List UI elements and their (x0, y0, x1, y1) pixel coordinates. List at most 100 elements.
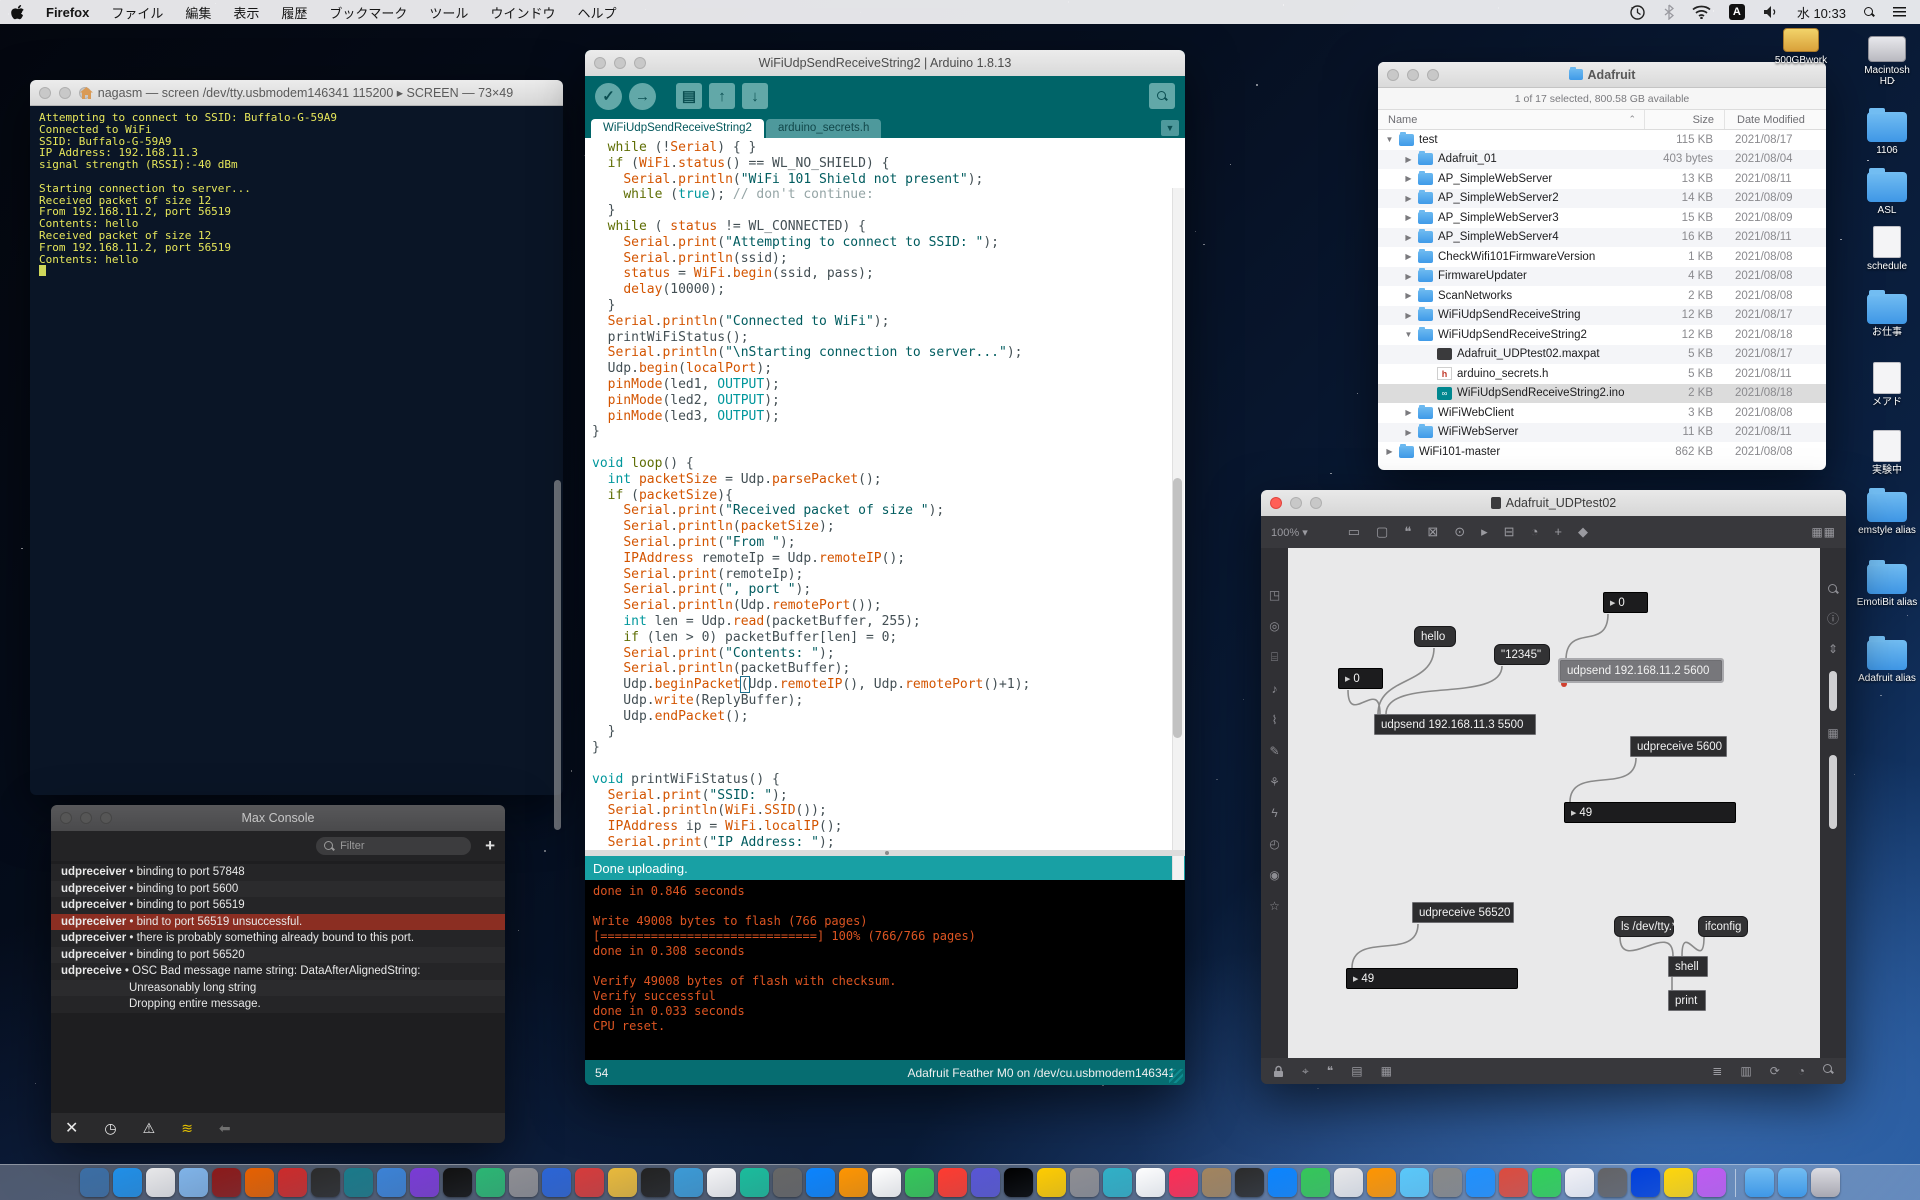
finder-titlebar[interactable]: Adafruit (1378, 62, 1826, 88)
spotlight-icon[interactable] (1864, 6, 1875, 18)
dock-icon-17[interactable] (608, 1168, 637, 1197)
patch-message-hello[interactable]: hello (1414, 626, 1456, 647)
arduino-titlebar[interactable]: WiFiUdpSendReceiveString2 | Arduino 1.8.… (585, 50, 1185, 76)
warning-icon[interactable]: ⚠ (143, 1120, 156, 1137)
dock-icon-7[interactable] (278, 1168, 307, 1197)
dock-icon-10[interactable] (377, 1168, 406, 1197)
console-log-row[interactable]: udpreceiver • binding to port 57848 (51, 864, 505, 881)
desktop-icon-emstyle alias[interactable]: emstyle alias (1856, 488, 1918, 536)
editor-console-splitter[interactable] (585, 850, 1185, 856)
dock-icon-20[interactable] (707, 1168, 736, 1197)
desktop-icon-EmotiBit alias[interactable]: EmotiBit alias (1856, 560, 1918, 608)
patch-number-top[interactable]: ▶ 0 (1603, 592, 1648, 613)
console-log-row[interactable]: udpreceiver • there is probably somethin… (51, 930, 505, 947)
desktop-icon-Macintosh HD[interactable]: Macintosh HD (1856, 36, 1918, 87)
menu-clock[interactable]: 水 10:33 (1797, 3, 1846, 22)
brush-icon[interactable]: ⚘ (1269, 775, 1280, 789)
dock-icon-23[interactable] (806, 1168, 835, 1197)
menu-item-7[interactable]: ウインドウ (479, 0, 566, 24)
max-console-traffic-lights[interactable] (60, 812, 112, 824)
desktop-icon-1106[interactable]: 1106 (1856, 108, 1918, 156)
disclosure-triangle[interactable]: ▶ (1403, 311, 1414, 320)
disclosure-triangle[interactable]: ▶ (1403, 408, 1414, 417)
package-icon[interactable]: ◳ (1269, 588, 1280, 602)
dock-icon-4[interactable] (179, 1168, 208, 1197)
filter-messages-icon[interactable]: ≋ (181, 1120, 193, 1137)
search-icon[interactable] (1827, 584, 1839, 595)
comment-tool-icon[interactable]: ❝ (1327, 1064, 1333, 1078)
patch-object-udpreceive-56520[interactable]: udpreceive 56520 (1412, 902, 1514, 923)
dock-icon-12[interactable] (443, 1168, 472, 1197)
resize-handle-icon[interactable]: ⇕ (1828, 642, 1838, 656)
dock-icon-15[interactable] (542, 1168, 571, 1197)
console-shortcut-icon[interactable]: ≣ (1712, 1064, 1722, 1078)
disclosure-triangle[interactable]: ▶ (1403, 272, 1414, 281)
time-machine-icon[interactable] (1629, 4, 1646, 21)
refresh-icon[interactable]: ⟳ (1770, 1064, 1780, 1078)
terminal-scrollbar[interactable] (554, 480, 561, 830)
console-log-row[interactable]: udpreceive • OSC Bad message name string… (51, 963, 505, 980)
target-icon[interactable]: ◎ (1269, 619, 1279, 633)
finder-row-AP_SimpleWebServer3[interactable]: ▶ AP_SimpleWebServer3 15 KB 2021/08/09 (1378, 208, 1826, 228)
dock-icon-44[interactable] (1499, 1168, 1528, 1197)
terminal-output[interactable]: Attempting to connect to SSID: Buffalo-G… (30, 106, 563, 285)
dial-icon[interactable]: ◔ (1531, 524, 1539, 540)
disclosure-triangle[interactable]: ▶ (1403, 155, 1414, 164)
dock-icon-21[interactable] (740, 1168, 769, 1197)
editor-scrollbar-thumb[interactable] (1173, 478, 1182, 738)
disclosure-triangle[interactable]: ▶ (1403, 291, 1414, 300)
dock-icon-6[interactable] (245, 1168, 274, 1197)
dock-icon-46[interactable] (1565, 1168, 1594, 1197)
finder-row-CheckWifi101FirmwareVersion[interactable]: ▶ CheckWifi101FirmwareVersion 1 KB 2021/08/… (1378, 247, 1826, 267)
arduino-traffic-lights[interactable] (594, 57, 646, 69)
dock-icon-43[interactable] (1466, 1168, 1495, 1197)
toggle-icon[interactable]: ⊠ (1427, 524, 1438, 540)
notification-center-icon[interactable] (1893, 7, 1906, 17)
disclosure-triangle[interactable]: ▶ (1403, 174, 1414, 183)
serial-monitor-button[interactable] (1149, 83, 1175, 109)
dock-icon-36[interactable] (1235, 1168, 1264, 1197)
finder-row-AP_SimpleWebServer[interactable]: ▶ AP_SimpleWebServer 13 KB 2021/08/11 (1378, 169, 1826, 189)
filter-field[interactable]: Filter (316, 837, 472, 855)
finder-row-arduino_secrets.h[interactable]: h arduino_secrets.h 5 KB 2021/08/11 (1378, 364, 1826, 384)
new-sketch-button[interactable]: ▤ (676, 83, 702, 109)
desktop-icon-ASL[interactable]: ASL (1856, 168, 1918, 216)
dock-folder-2[interactable] (1778, 1168, 1807, 1197)
dock-icon-1[interactable] (80, 1168, 109, 1197)
desktop-icon-Adafruit alias[interactable]: Adafruit alias (1856, 636, 1918, 684)
object-box-icon[interactable]: ▭ (1348, 524, 1360, 540)
finder-row-ScanNetworks[interactable]: ▶ ScanNetworks 2 KB 2021/08/08 (1378, 286, 1826, 306)
dock-folder-1[interactable] (1745, 1168, 1774, 1197)
zoom-level[interactable]: 100% ▾ (1271, 526, 1308, 539)
mixer-icon[interactable]: ▥ (1740, 1064, 1751, 1078)
dock-icon-35[interactable] (1202, 1168, 1231, 1197)
disclosure-triangle[interactable]: ▶ (1403, 213, 1414, 222)
dock-icon-38[interactable] (1301, 1168, 1330, 1197)
clock-icon[interactable]: ◷ (104, 1120, 116, 1137)
resize-grip[interactable] (1169, 1069, 1183, 1083)
patcher-files-icon[interactable]: ▤ (1351, 1064, 1362, 1078)
dock-icon-18[interactable] (641, 1168, 670, 1197)
input-source-icon[interactable]: A (1728, 4, 1745, 20)
add-button[interactable]: + (485, 836, 495, 856)
apple-menu[interactable] (0, 0, 35, 24)
finder-traffic-lights[interactable] (1387, 68, 1439, 81)
dock-icon-2[interactable] (113, 1168, 142, 1197)
terminal-titlebar[interactable]: nagasm — screen /dev/tty.usbmodem146341 … (30, 80, 563, 106)
bluetooth-icon[interactable] (1664, 4, 1674, 20)
menu-item-1[interactable]: ファイル (100, 0, 174, 24)
patch-message-ls-dev-tty[interactable]: ls /dev/tty.* (1614, 916, 1676, 937)
menu-item-3[interactable]: 表示 (222, 0, 270, 24)
dock-icon-32[interactable] (1103, 1168, 1132, 1197)
desktop-icon-お仕事[interactable]: お仕事 (1856, 290, 1918, 338)
patch-message-12345[interactable]: "12345" (1494, 644, 1550, 665)
menu-item-5[interactable]: ブックマーク (318, 0, 418, 24)
dock-icon-47[interactable] (1598, 1168, 1627, 1197)
tab-secrets[interactable]: arduino_secrets.h (765, 119, 882, 138)
finder-row-AP_SimpleWebServer2[interactable]: ▶ AP_SimpleWebServer2 14 KB 2021/08/09 (1378, 188, 1826, 208)
dock-icon-5[interactable] (212, 1168, 241, 1197)
user-icon[interactable]: ◔ (1798, 1064, 1805, 1078)
dock-icon-42[interactable] (1433, 1168, 1462, 1197)
finder-row-test[interactable]: ▼ test 115 KB 2021/08/17 (1378, 130, 1826, 150)
dock-icon-39[interactable] (1334, 1168, 1363, 1197)
